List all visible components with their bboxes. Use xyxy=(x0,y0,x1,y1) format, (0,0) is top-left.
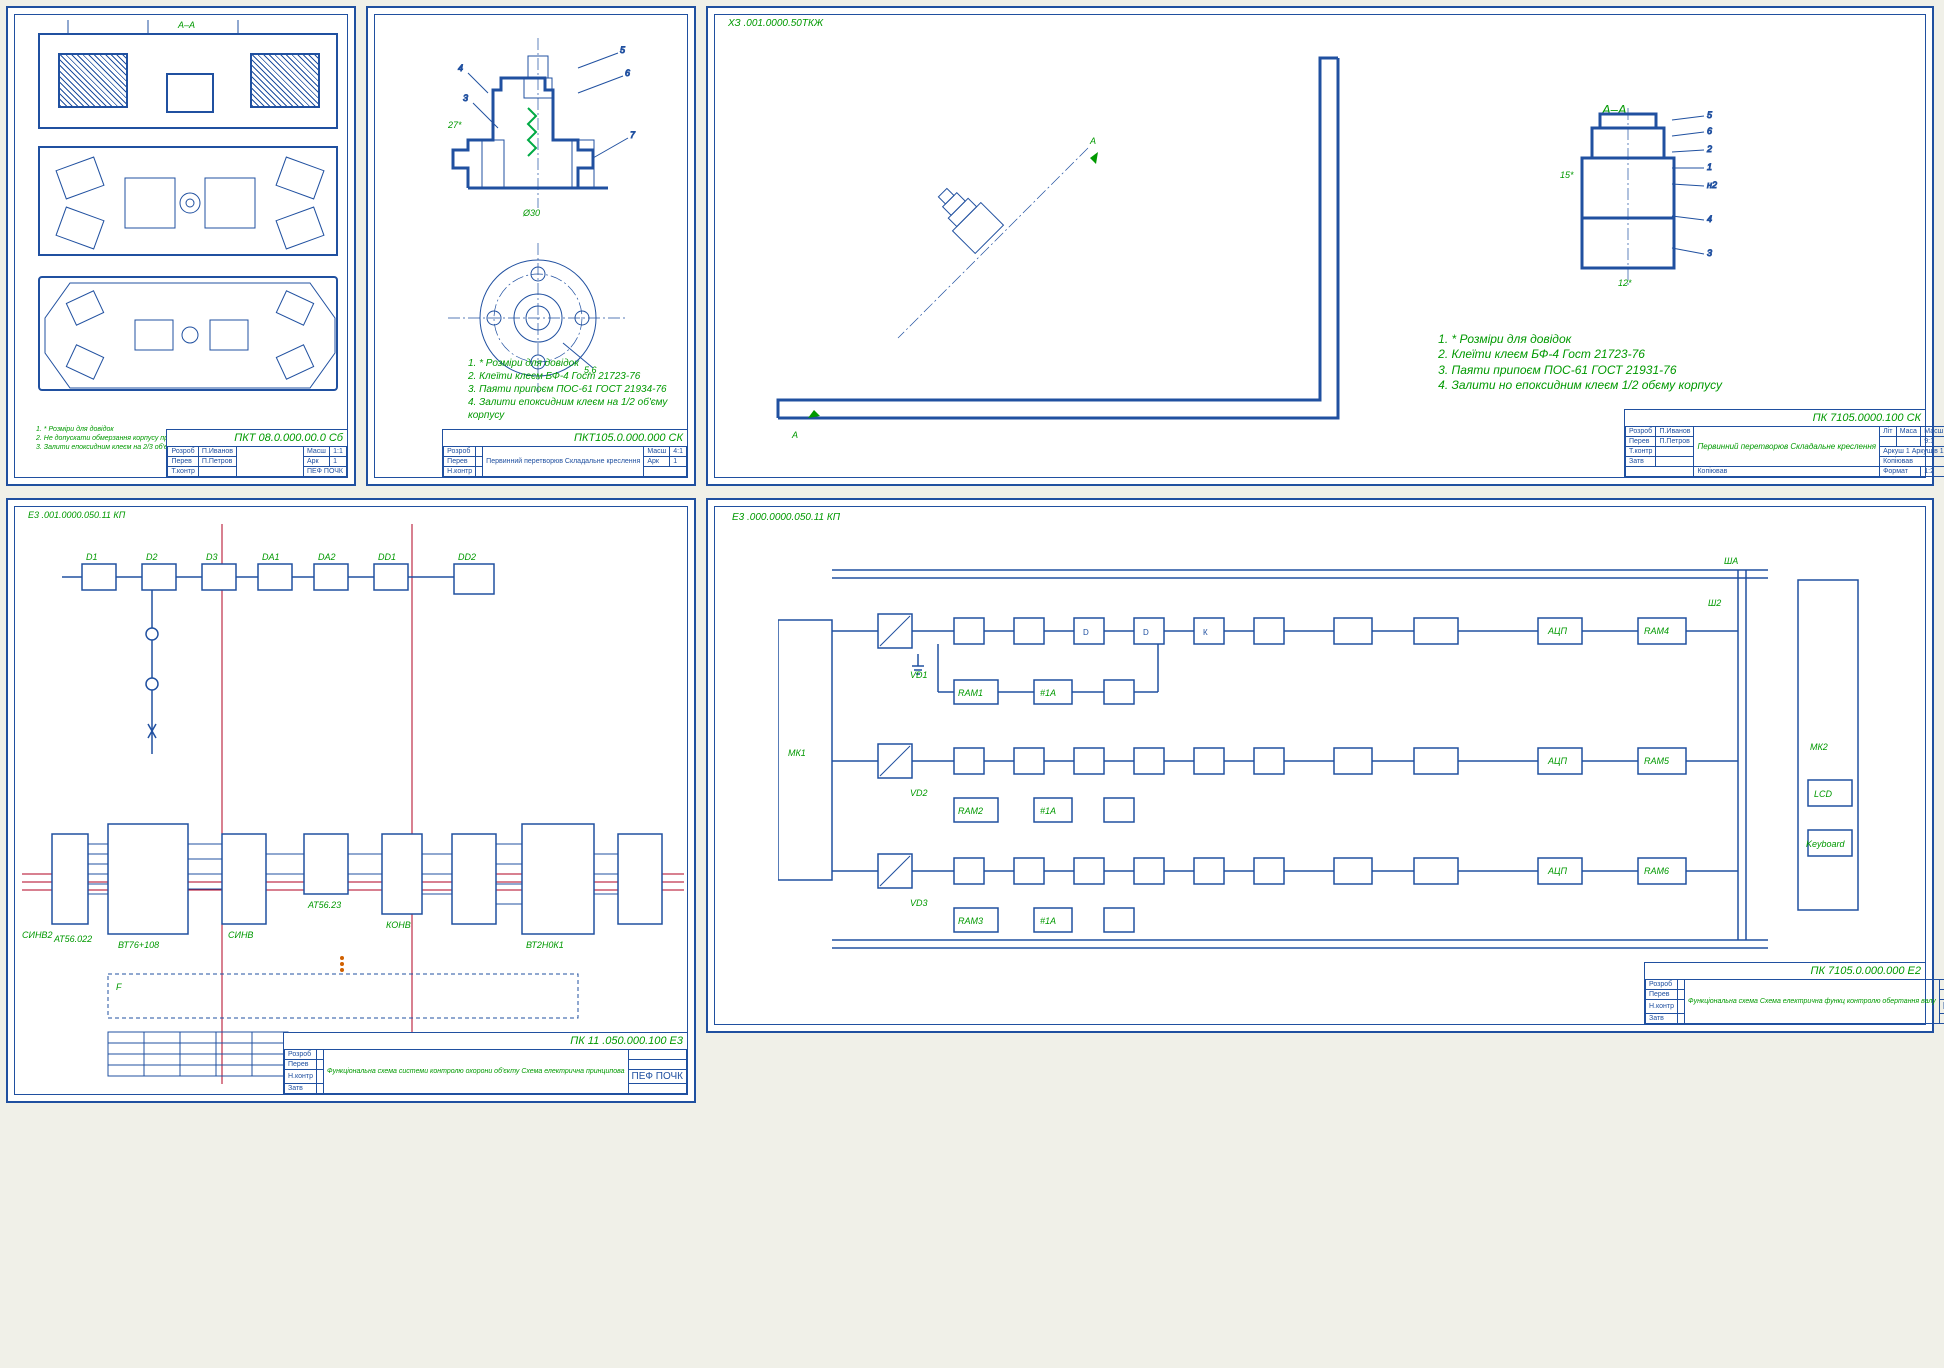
title-block-d: ПК 11 .050.000.100 Е3 РозробФункціональн… xyxy=(283,1032,688,1095)
svg-text:ВТ2Н0К1: ВТ2Н0К1 xyxy=(526,940,564,950)
svg-text:VD3: VD3 xyxy=(910,898,928,908)
svg-text:6: 6 xyxy=(1707,126,1712,136)
svg-text:4: 4 xyxy=(1707,214,1712,224)
svg-text:LCD: LCD xyxy=(1814,789,1833,799)
bottom-layout xyxy=(38,276,338,391)
footprint xyxy=(40,278,340,393)
svg-text:VD1: VD1 xyxy=(910,670,928,680)
svg-text:RAM1: RAM1 xyxy=(958,688,983,698)
sheet-d-schematic: Е3 .001.0000.050.11 КП xyxy=(6,498,696,1103)
note: 1. * Розміри для довідок xyxy=(1438,332,1722,348)
note: 4. Залити но епоксидним клеєм 1/2 обєму … xyxy=(1438,378,1722,394)
svg-text:#1А: #1А xyxy=(1040,806,1056,816)
svg-text:DA1: DA1 xyxy=(262,552,280,562)
svg-text:RAM6: RAM6 xyxy=(1644,866,1669,876)
svg-text:5: 5 xyxy=(1707,110,1713,120)
sidecode-d: Е3 .001.0000.050.11 КП xyxy=(28,510,125,520)
title-block-c: ПК 7105.0000.100 СК РозробП.ИвановПервин… xyxy=(1624,409,1926,478)
plan-content xyxy=(40,148,340,258)
motor-left xyxy=(58,53,128,108)
svg-text:5: 5 xyxy=(620,45,626,55)
svg-text:RAM5: RAM5 xyxy=(1644,756,1670,766)
svg-text:МК1: МК1 xyxy=(788,748,806,758)
svg-text:RAM3: RAM3 xyxy=(958,916,983,926)
svg-text:Keyboard: Keyboard xyxy=(1806,839,1846,849)
dim-w: Ø30 xyxy=(522,208,540,218)
svg-text:DD1: DD1 xyxy=(378,552,396,562)
sheet-b-transducer: 27* Ø30 5 6 7 4 3 xyxy=(366,6,696,486)
svg-text:12*: 12* xyxy=(1618,278,1632,288)
svg-text:АТ56.022: АТ56.022 xyxy=(53,934,92,944)
sheet-a-mechanical-assembly: А–А xyxy=(6,6,356,486)
top-housing xyxy=(38,33,338,129)
svg-text:АЦП: АЦП xyxy=(1547,866,1568,876)
svg-text:D3: D3 xyxy=(206,552,218,562)
title-block-b: ПКТ105.0.000.000 СК РозробПервинний пере… xyxy=(442,429,688,478)
svg-text:#1А: #1А xyxy=(1040,916,1056,926)
svg-text:СИНВ: СИНВ xyxy=(228,930,253,940)
svg-text:АТ56.23: АТ56.23 xyxy=(307,900,341,910)
svg-text:Ш2: Ш2 xyxy=(1708,598,1721,608)
svg-text:4: 4 xyxy=(458,63,463,73)
note: 2. Клеїти клеєм БФ-4 Гост 21723-76 xyxy=(1438,347,1722,363)
svg-text:А: А xyxy=(1089,136,1096,146)
svg-text:D1: D1 xyxy=(86,552,98,562)
svg-text:VD2: VD2 xyxy=(910,788,928,798)
svg-text:МК2: МК2 xyxy=(1810,742,1828,752)
center-coupling xyxy=(166,73,214,113)
svg-text:RAM2: RAM2 xyxy=(958,806,983,816)
svg-text:DA2: DA2 xyxy=(318,552,336,562)
svg-text:D2: D2 xyxy=(146,552,158,562)
docnum-a: ПКТ 08.0.000.00.0 Сб xyxy=(167,430,347,446)
svg-text:7: 7 xyxy=(630,130,636,140)
docnum-d: ПК 11 .050.000.100 Е3 xyxy=(284,1033,687,1049)
sidecode-c: ХЗ .001.0000.50ТКЖ xyxy=(728,18,823,29)
notes-c: 1. * Розміри для довідок 2. Клеїти клеєм… xyxy=(1438,332,1722,394)
note: 3. Паяти припоєм ПОС-61 ГОСТ 21934-76 xyxy=(468,383,694,396)
transducer-section: 27* Ø30 5 6 7 4 3 xyxy=(428,38,648,228)
note: 3. Паяти припоєм ПОС-61 ГОСТ 21931-76 xyxy=(1438,363,1722,379)
note: 1. * Розміри для довідок xyxy=(468,357,694,370)
svg-text:6: 6 xyxy=(625,68,630,78)
svg-text:RAM4: RAM4 xyxy=(1644,626,1669,636)
svg-text:3: 3 xyxy=(1707,248,1712,258)
svg-text:СИНВ2: СИНВ2 xyxy=(22,930,52,940)
svg-text:КОНВ: КОНВ xyxy=(386,920,411,930)
svg-text:АЦП: АЦП xyxy=(1547,756,1568,766)
bracket-view: А А xyxy=(748,48,1368,448)
svg-text:F: F xyxy=(116,982,122,992)
svg-text:н2: н2 xyxy=(1707,180,1717,190)
section-aa: А–А 5 6 2 1 н2 4 3 xyxy=(1542,108,1732,308)
note: 2. Клеїти клеєм БФ-4 Гост 21723-76 xyxy=(468,370,694,383)
mid-plan xyxy=(38,146,338,256)
svg-text:А: А xyxy=(791,430,798,440)
svg-text:ША: ША xyxy=(1724,556,1738,566)
title-block-a: ПКТ 08.0.000.00.0 Сб РозробП.ИвановМасш1… xyxy=(166,429,348,478)
svg-text:ВТ76+108: ВТ76+108 xyxy=(118,940,159,950)
svg-text:К: К xyxy=(1203,628,1208,637)
svg-text:15*: 15* xyxy=(1560,170,1574,180)
callout-lines-top xyxy=(38,18,338,38)
svg-text:3: 3 xyxy=(463,93,468,103)
sheet-c-corner-assembly: ХЗ .001.0000.50ТКЖ А А xyxy=(706,6,1934,486)
svg-text:#1А: #1А xyxy=(1040,688,1056,698)
docnum-e: ПК 7105.0.000.000 Е2 xyxy=(1645,963,1925,979)
notes-b: 1. * Розміри для довідок 2. Клеїти клеєм… xyxy=(468,357,694,422)
svg-text:DD2: DD2 xyxy=(458,552,476,562)
schematic-content: D1 D2 D3 DA1 DA2 DD1 DD2 xyxy=(22,524,684,1084)
svg-text:1: 1 xyxy=(1707,162,1712,172)
svg-text:D: D xyxy=(1143,628,1149,637)
svg-text:D: D xyxy=(1083,628,1089,637)
motor-right xyxy=(250,53,320,108)
dim-h: 27* xyxy=(447,120,462,130)
sidecode-e: Е3 .000.0000.050.11 КП xyxy=(732,512,840,523)
title-block-e: ПК 7105.0.000.000 Е2 РозробФункціональна… xyxy=(1644,962,1926,1025)
note: 4. Залити епоксидним клеєм на 1/2 об'єму… xyxy=(468,396,694,422)
block-diagram: МК1 МК2 LCD Keyboard ША Ш2 VD1 VD2 VD3 R… xyxy=(778,540,1878,980)
sheet-e-block-diagram: Е3 .000.0000.050.11 КП xyxy=(706,498,1934,1033)
svg-text:2: 2 xyxy=(1706,144,1712,154)
docnum-c: ПК 7105.0000.100 СК xyxy=(1625,410,1925,426)
docnum-b: ПКТ105.0.000.000 СК xyxy=(443,430,687,446)
svg-text:АЦП: АЦП xyxy=(1547,626,1568,636)
